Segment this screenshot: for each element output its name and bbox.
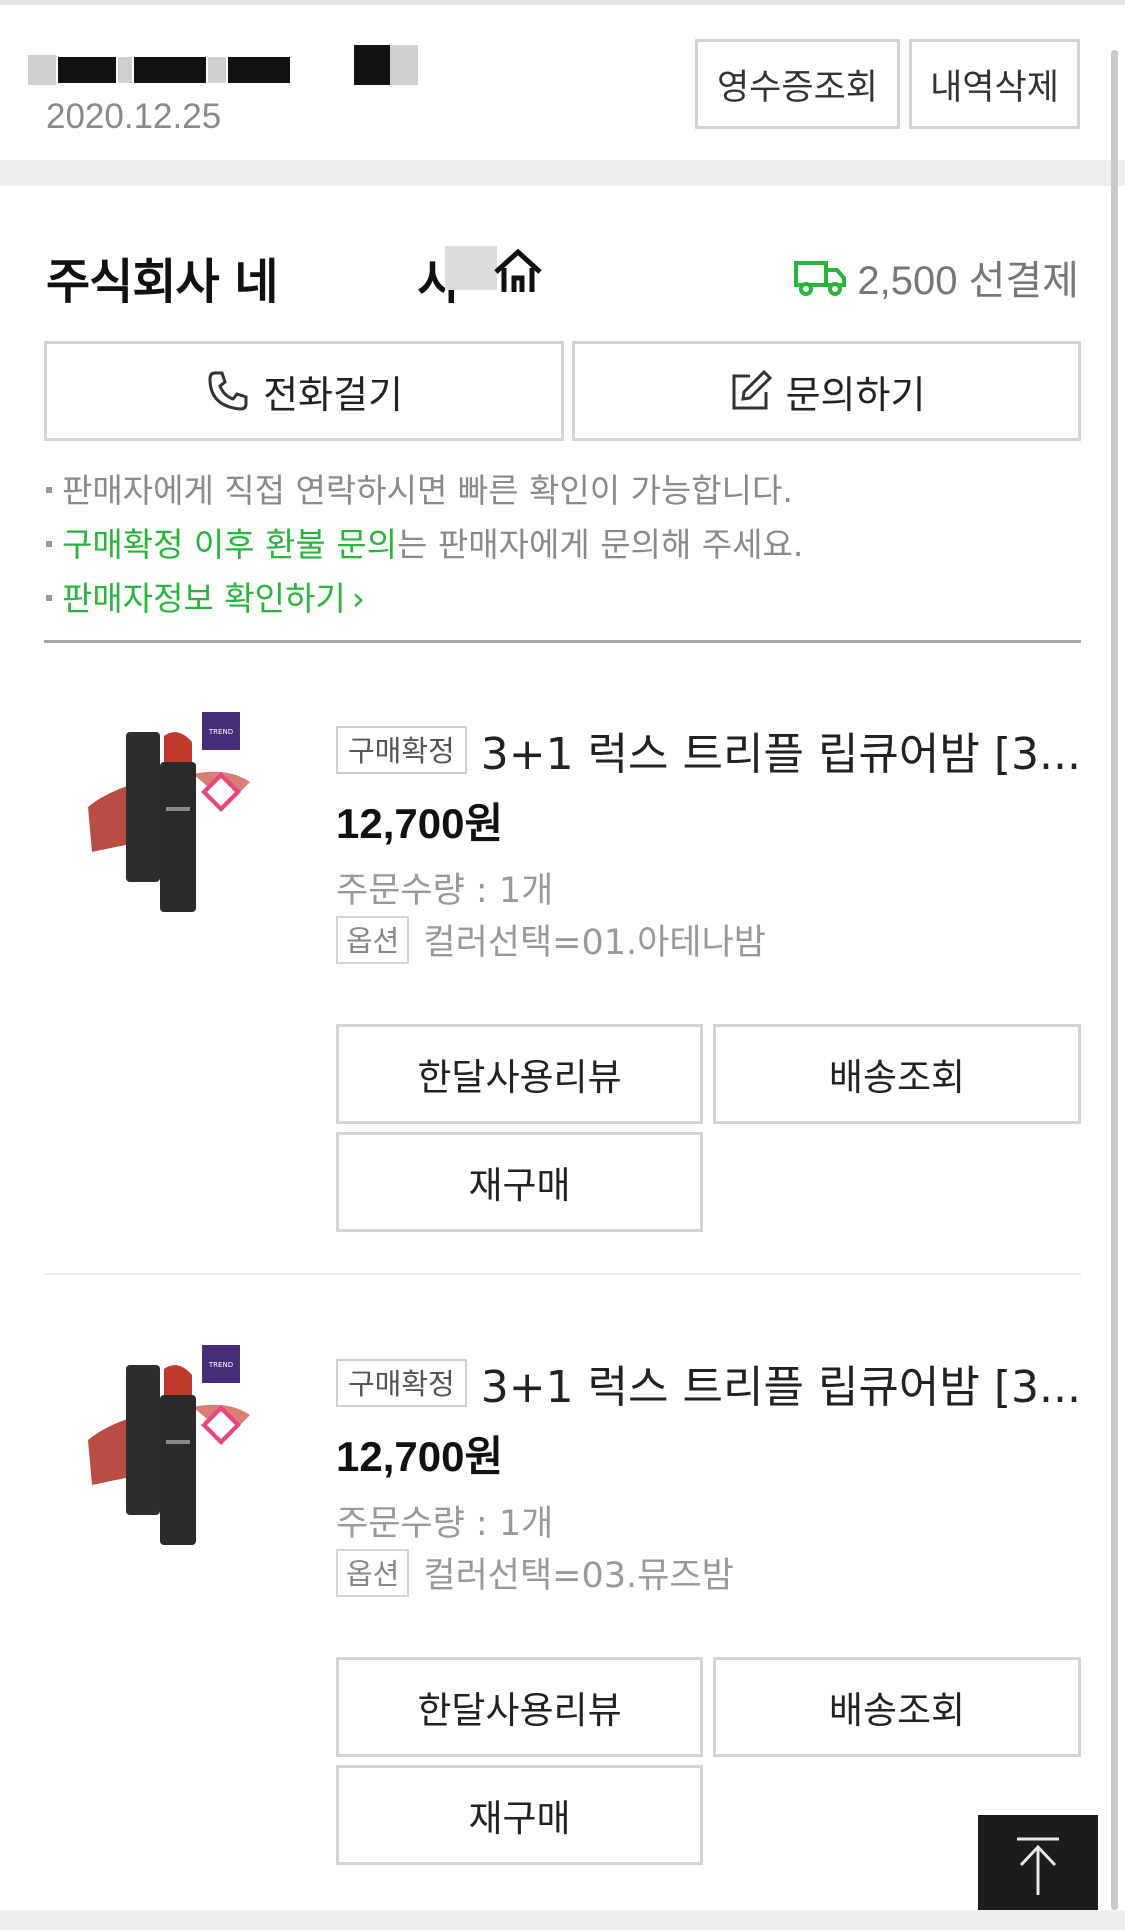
item-title-row: 구매확정 3+1 럭스 트리플 립큐어밤 [3... [336,722,1086,780]
rebuy-button[interactable]: 재구매 [336,1132,703,1232]
item-divider [44,1273,1081,1275]
item-quantity: 주문수량 : 1개 [336,871,554,911]
redaction-mask [445,246,497,290]
review-button[interactable]: 한달사용리뷰 [336,1024,703,1124]
item-option: 옵션 컬러선택=03.뮤즈밤 [336,1547,734,1598]
product-image[interactable]: TREND [78,712,308,912]
order-item: TREND 구매확정 3+1 럭스 트리플 립큐어밤 [3... 12,700원… [0,694,1125,1232]
call-button-label: 전화걸기 [263,372,403,417]
status-badge: 구매확정 [336,1359,467,1407]
chevron-right-icon: › [351,579,365,618]
svg-text:TREND: TREND [208,728,233,736]
item-title-row: 구매확정 3+1 럭스 트리플 립큐어밤 [3... [336,1355,1086,1413]
bottom-gap [0,1910,1125,1930]
delete-history-button[interactable]: 내역삭제 [909,39,1080,129]
shipping-fee: 2,500 선결제 [857,259,1079,303]
arrow-up-icon [1017,1837,1059,1895]
inquiry-button-label: 문의하기 [785,372,926,417]
order-header: 2020.12.25 영수증조회 내역삭제 [0,5,1125,160]
item-option: 옵션 컬러선택=01.아테나밤 [336,914,766,965]
edit-icon [732,369,772,410]
truck-icon [794,261,847,296]
product-title[interactable]: 3+1 럭스 트리플 립큐어밤 [3... [481,1351,1086,1415]
section-gap [0,160,1125,186]
item-price: 12,700원 [336,800,504,847]
order-number-redacted [28,41,418,87]
rebuy-button[interactable]: 재구매 [336,1765,703,1865]
option-badge: 옵션 [336,1548,410,1597]
seller-notes: 판매자에게 직접 연락하시면 빠른 확인이 가능합니다. 구매확정 이후 환불 … [46,464,1086,626]
track-delivery-button[interactable]: 배송조회 [713,1024,1081,1124]
note-refund: 구매확정 이후 환불 문의는 판매자에게 문의해 주세요. [46,518,1086,572]
scrollbar[interactable] [1111,50,1118,1910]
svg-text:TREND: TREND [208,1361,233,1369]
order-date: 2020.12.25 [46,97,222,136]
phone-icon [208,371,248,411]
item-price: 12,700원 [336,1433,504,1480]
review-button[interactable]: 한달사용리뷰 [336,1657,703,1757]
order-item: TREND 구매확정 3+1 럭스 트리플 립큐어밤 [3... 12,700원… [0,1327,1125,1865]
seller-info-link[interactable]: 판매자정보 확인하기 › [46,572,1086,626]
option-badge: 옵션 [336,915,410,964]
product-title[interactable]: 3+1 럭스 트리플 립큐어밤 [3... [481,718,1086,782]
section-divider [44,640,1081,643]
status-badge: 구매확정 [336,726,467,774]
redaction-mask [292,244,417,298]
scroll-to-top-button[interactable] [978,1815,1098,1918]
item-quantity: 주문수량 : 1개 [336,1504,554,1544]
call-button[interactable]: 전화걸기 [44,341,564,441]
receipt-button[interactable]: 영수증조회 [695,39,900,129]
track-delivery-button[interactable]: 배송조회 [713,1657,1081,1757]
home-icon[interactable] [492,248,544,294]
product-image[interactable]: TREND [78,1345,308,1545]
inquiry-button[interactable]: 문의하기 [572,341,1081,441]
note-contact: 판매자에게 직접 연락하시면 빠른 확인이 가능합니다. [46,464,1086,518]
shipping-info: 2,500 선결제 [793,248,1079,306]
option-text: 컬러선택=01.아테나밤 [423,923,766,963]
option-text: 컬러선택=03.뮤즈밤 [423,1556,734,1596]
seller-card: 주식회사 네사 2,500 선결제 전화걸기 문의하기 판매자에게 직접 연락하… [0,186,1125,1910]
store-name-text: 주식회사 네 [46,254,279,310]
